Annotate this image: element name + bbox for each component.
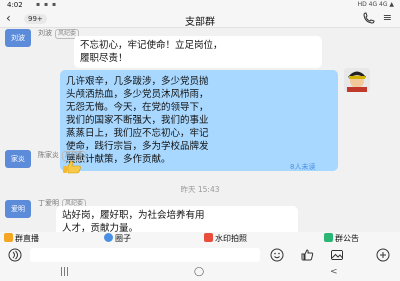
sender-name: 陈家炎	[38, 151, 59, 159]
chat-title: 支部群	[185, 17, 215, 28]
tool-label: 圈子	[115, 234, 131, 243]
avatar[interactable]: 爱明	[5, 200, 31, 218]
circle-button[interactable]: 圈子	[104, 233, 131, 244]
emoji-icon[interactable]	[270, 248, 284, 262]
sender-line: 刘波 风纪委	[38, 28, 80, 39]
status-time: 4:02	[7, 1, 23, 9]
message-text-line: 使命，践行宗旨，多为学校品牌发	[66, 141, 209, 152]
status-bar: 4:02 ▪ ▪ ▪ HD 4G 4G ▲	[0, 0, 400, 10]
home-icon[interactable]: ◯	[194, 268, 204, 277]
message-bubble[interactable]: 不忘初心，牢记使命！立足岗位， 履职尽责！	[74, 36, 322, 68]
tool-label: 水印拍照	[215, 234, 247, 243]
group-announcement-button[interactable]: 群公告	[324, 233, 359, 244]
live-icon	[4, 233, 13, 242]
avatar[interactable]: 家炎	[5, 150, 31, 168]
message-text-line: 履职尽责！	[80, 53, 128, 64]
tool-label: 群公告	[335, 234, 359, 243]
message-text-line: 几许艰辛，几多跋涉，多少党员抛	[66, 76, 209, 87]
avatar[interactable]: 刘波	[5, 29, 31, 47]
sender-name: 丁爱明	[38, 199, 59, 207]
tool-label: 群直播	[15, 234, 39, 243]
message-text-line: 不忘初心，牢记使命！立足岗位，	[80, 40, 223, 51]
system-navigation-bar: ||| ◯ <	[0, 264, 400, 281]
phone-call-icon[interactable]	[362, 12, 376, 24]
image-icon[interactable]	[330, 248, 344, 262]
message-text-line: 站好岗，履好职，为社会培养有用	[62, 210, 205, 221]
quick-tools-bar: 群直播 圈子 水印拍照 群公告	[0, 232, 400, 245]
message-text-line: 蒸蒸日上，我们应不忘初心，牢记	[66, 128, 209, 139]
notification-icons: ▪ ▪ ▪	[36, 1, 58, 8]
read-receipt[interactable]: 8人未读	[290, 162, 315, 172]
thumbs-up-sticker-icon[interactable]	[62, 160, 82, 174]
voice-icon[interactable]	[8, 248, 22, 262]
watermark-camera-button[interactable]: 水印拍照	[204, 233, 247, 244]
signal-indicators: HD 4G 4G ▲	[357, 1, 394, 8]
menu-icon[interactable]: ≡	[383, 12, 392, 24]
sender-name: 刘波	[38, 29, 52, 37]
message-text-line: 无怨无悔。今天，在党的领导下，	[66, 102, 209, 113]
timestamp-divider: 昨天 15:43	[180, 185, 220, 194]
camera-icon	[204, 233, 213, 242]
announcement-icon	[324, 233, 333, 242]
add-icon[interactable]	[376, 248, 390, 262]
recent-apps-icon[interactable]: |||	[60, 268, 69, 277]
nav-back-icon[interactable]: <	[330, 268, 338, 277]
message-text-line: 头颅洒热血，多少党员沐风栉雨，	[66, 89, 209, 100]
group-live-button[interactable]: 群直播	[4, 233, 39, 244]
message-text-line: 我们的国家不断强大，我们的事业	[66, 115, 209, 126]
self-message-bubble[interactable]: 几许艰辛，几多跋涉，多少党员抛 头颅洒热血，多少党员沐风栉雨， 无怨无悔。今天，…	[60, 70, 338, 171]
circle-icon	[104, 233, 113, 242]
message-input[interactable]	[30, 248, 260, 262]
chat-header: ‹ 99+ 支部群 ≡	[0, 10, 400, 28]
thumbs-up-icon[interactable]	[300, 248, 314, 262]
input-bar	[0, 245, 400, 264]
self-avatar[interactable]	[344, 68, 370, 92]
avatar-image-icon	[344, 68, 370, 92]
